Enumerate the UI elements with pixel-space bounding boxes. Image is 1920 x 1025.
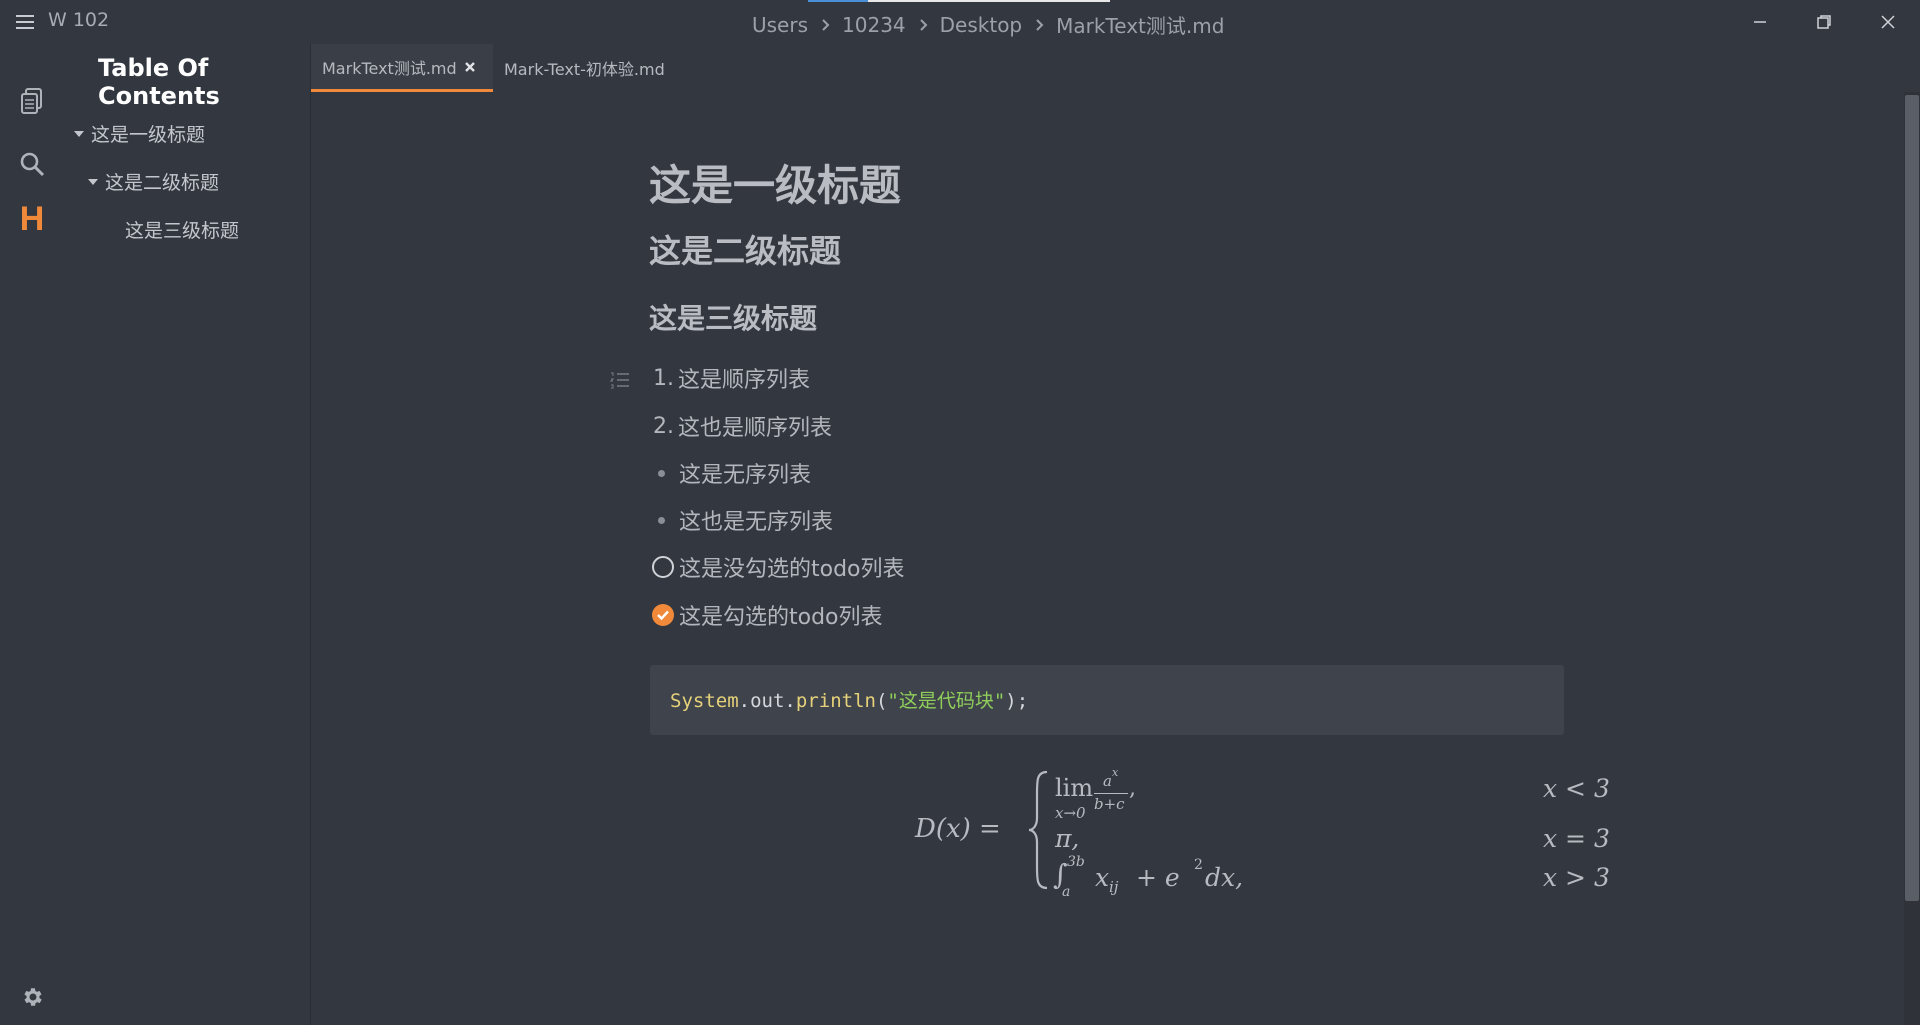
close-icon[interactable] <box>463 60 477 74</box>
breadcrumb-item: 10234 <box>842 12 906 37</box>
code-token: . <box>738 690 751 712</box>
chevron-right-icon <box>822 18 830 31</box>
tab-label: MarkText测试.md <box>322 58 457 78</box>
math-frac-bar <box>1094 793 1128 794</box>
bullet-icon <box>658 516 665 524</box>
restore-button[interactable] <box>1792 0 1856 44</box>
heading-icon[interactable]: H <box>17 196 47 242</box>
chevron-right-icon <box>919 18 928 31</box>
unordered-list-item[interactable]: 这是无序列表 <box>649 457 811 489</box>
scrollbar-thumb[interactable] <box>1905 95 1919 901</box>
todo-list-item[interactable]: 这是没勾选的todo列表 <box>649 551 905 583</box>
caret-down-icon[interactable] <box>88 177 98 187</box>
code-token: ( <box>875 690 888 712</box>
math-dx: dx, <box>1205 863 1244 892</box>
caret-down-icon[interactable] <box>74 129 84 139</box>
math-cond-2: x = 3 <box>1543 824 1610 853</box>
math-x-sub: ij <box>1109 878 1119 896</box>
tab-marktext-intro[interactable]: Mark-Text-初体验.md <box>504 44 665 92</box>
math-block[interactable]: D(x) = lim x→0 a x b+c , x < 3 π, x = 3 … <box>911 762 1631 912</box>
toc-item-h2[interactable]: 这是二级标题 <box>88 168 219 195</box>
toc-item-h3[interactable]: 这是三级标题 <box>125 216 239 243</box>
code-token: println <box>795 690 876 712</box>
code-line: System.out.println("这是代码块"); <box>670 686 1028 713</box>
breadcrumb: Users 10234 Desktop MarkText测试.md <box>752 10 1224 39</box>
list-item-text: 这是顺序列表 <box>678 368 811 393</box>
window-controls <box>1728 0 1920 44</box>
word-count[interactable]: W 102 <box>48 9 109 31</box>
code-token: "这是代码块" <box>887 690 1006 712</box>
close-icon <box>1881 15 1895 29</box>
todo-item-text: 这是没勾选的todo列表 <box>679 557 905 582</box>
gear-icon[interactable] <box>17 982 47 1012</box>
minimize-icon <box>1754 21 1766 23</box>
math-lim-sub: x→0 <box>1055 804 1086 822</box>
code-token: . <box>784 690 796 712</box>
close-window-button[interactable] <box>1856 0 1920 44</box>
math-case-2: π, <box>1055 824 1080 853</box>
minimize-button[interactable] <box>1728 0 1792 44</box>
breadcrumb-item: Desktop <box>939 12 1023 37</box>
list-number: 1. <box>653 365 674 391</box>
math-comma: , <box>1129 776 1136 801</box>
heading-2[interactable]: 这是二级标题 <box>649 226 841 272</box>
math-x: x <box>1095 863 1110 892</box>
math-e-sup: 2 <box>1194 857 1203 873</box>
toc-item-label: 这是三级标题 <box>125 220 240 242</box>
check-icon <box>657 610 669 621</box>
code-token: System <box>670 690 739 712</box>
tab-marktext-test[interactable]: MarkText测试.md <box>311 44 493 92</box>
todo-list-item[interactable]: 这是勾选的todo列表 <box>649 599 883 631</box>
todo-checkbox-checked[interactable] <box>652 604 674 626</box>
chevron-right-icon <box>1036 18 1044 31</box>
math-cond-3: x > 3 <box>1543 863 1610 892</box>
math-frac-den: b+c <box>1094 795 1125 813</box>
todo-item-text: 这是勾选的todo列表 <box>679 605 883 630</box>
files-icon[interactable] <box>17 86 47 116</box>
title-accent-line-blue <box>808 0 868 2</box>
heading-3[interactable]: 这是三级标题 <box>649 297 817 337</box>
math-lim: lim <box>1055 774 1094 802</box>
breadcrumb-item: MarkText测试.md <box>1056 14 1225 38</box>
math-int-upper: 3b <box>1067 854 1085 870</box>
heading-1[interactable]: 这是一级标题 <box>649 152 901 213</box>
toc-panel: Table Of Contents 这是一级标题 这是二级标题 这是三级标题 <box>64 44 311 1025</box>
code-token: out <box>750 690 785 712</box>
toc-item-h1[interactable]: 这是一级标题 <box>74 120 205 147</box>
math-frac-num: a <box>1103 772 1112 790</box>
code-token: ); <box>1005 690 1029 712</box>
math-frac-num-sup: x <box>1112 766 1119 779</box>
search-icon[interactable] <box>17 149 47 179</box>
tab-label: Mark-Text-初体验.md <box>504 60 665 79</box>
bullet-icon <box>658 469 665 477</box>
breadcrumb-item: Users <box>752 12 809 37</box>
ordered-list-item[interactable]: 2. 这也是顺序列表 <box>649 410 832 442</box>
toc-item-label: 这是一级标题 <box>91 124 206 146</box>
unordered-list-item[interactable]: 这也是无序列表 <box>649 504 833 536</box>
activity-bar: H <box>0 44 64 1025</box>
list-item-text: 这是无序列表 <box>679 463 812 488</box>
code-block[interactable]: System.out.println("这是代码块"); <box>650 665 1564 735</box>
restore-icon <box>1817 15 1831 29</box>
toc-item-label: 这是二级标题 <box>105 172 220 194</box>
toc-title: Table Of Contents <box>98 54 220 110</box>
title-bar: W 102 Users 10234 Desktop MarkText测试.md <box>0 0 1920 44</box>
math-int-lower: a <box>1062 884 1071 900</box>
math-cond-1: x < 3 <box>1543 774 1610 803</box>
list-menu-icon[interactable] <box>609 369 631 391</box>
editor-area[interactable]: 这是一级标题 这是二级标题 这是三级标题 1. 这是顺序列表 2. 这也是顺序列… <box>311 92 1904 1025</box>
list-item-text: 这也是无序列表 <box>679 510 834 535</box>
math-plus-e: + e <box>1136 863 1180 892</box>
math-lhs: D(x) = <box>915 814 1001 844</box>
hamburger-icon[interactable] <box>14 11 36 33</box>
left-brace-icon <box>1028 770 1048 890</box>
tab-bar: MarkText测试.md Mark-Text-初体验.md <box>311 44 1920 92</box>
todo-checkbox[interactable] <box>652 556 674 578</box>
list-number: 2. <box>653 413 674 439</box>
list-item-text: 这也是顺序列表 <box>678 416 833 441</box>
ordered-list-item[interactable]: 1. 这是顺序列表 <box>649 362 810 394</box>
